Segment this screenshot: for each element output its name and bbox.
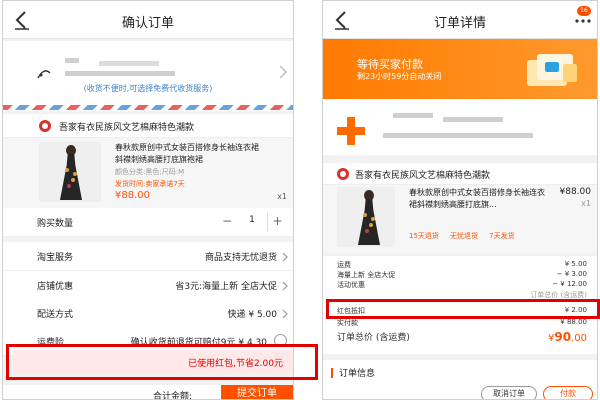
- shop-icon: [337, 168, 349, 180]
- quantity-label: 购买数量: [37, 219, 74, 229]
- status-title: 等待买家付款: [357, 58, 423, 71]
- status-countdown: 剩23小时59分自动关闭: [357, 72, 442, 81]
- product-price: ¥88.00: [559, 187, 592, 197]
- shop-name: 吾家有衣民族风文艺棉麻特色潮款: [355, 171, 491, 181]
- service-value: 商品支持无忧退货: [204, 253, 277, 263]
- chevron-right-icon: [282, 252, 288, 262]
- decrement-button[interactable]: −: [217, 213, 237, 231]
- pay-button[interactable]: 付款: [543, 386, 593, 399]
- dress-shape: [358, 199, 380, 245]
- order-detail-screen: 订单详情 16 等待买家付款 剩23小时59分自动关闭 吾家有衣民族风文艺棉麻特…: [322, 0, 598, 400]
- confirm-order-screen: 确认订单 (收货不便时,可选择免费代收货服务) 吾家有衣民族风文艺棉麻特色潮款 …: [2, 0, 294, 400]
- increment-button[interactable]: +: [267, 213, 287, 231]
- total-label: 合计金额:: [153, 392, 193, 400]
- section-marker: [331, 368, 333, 378]
- screenshot-stage: 确认订单 (收货不便时,可选择免费代收货服务) 吾家有衣民族风文艺棉麻特色潮款 …: [0, 0, 600, 400]
- bottom-bar: 合计金额: 提交订单: [3, 385, 293, 400]
- product-qty: x1: [277, 192, 287, 201]
- dress-shape: [60, 154, 82, 200]
- fee-order-total: 订单总价 (含运费) ¥90.00: [337, 330, 587, 344]
- location-pin-icon: [37, 70, 51, 79]
- embroidery-dots: [363, 213, 367, 217]
- cross-logo-icon: [337, 117, 365, 145]
- shop-name: 吾家有衣民族风文艺棉麻特色潮款: [59, 123, 195, 133]
- chevron-right-icon: [282, 281, 288, 291]
- chevron-right-icon: [279, 65, 287, 79]
- highlight-box-red-packet-deduction: [326, 299, 600, 319]
- cancel-order-button[interactable]: 取消订单: [481, 386, 537, 399]
- redacted-phone: [443, 117, 503, 122]
- notification-badge: 16: [577, 6, 591, 16]
- product-price: ¥88.00: [115, 190, 150, 201]
- submit-order-button[interactable]: 提交订单: [221, 385, 293, 399]
- envelope-border: [3, 105, 293, 110]
- product-title: 春秋款原创中式女装百搭修身长袖连衣裙斜襟刺绣高腰打底旗袍裙: [115, 143, 259, 164]
- product-thumbnail: [337, 187, 395, 247]
- order-info-section[interactable]: 订单信息: [323, 354, 597, 384]
- tag-worry-free: 无忧退货: [450, 232, 479, 240]
- header: 订单详情 16: [323, 1, 597, 39]
- product-item[interactable]: 春秋款原创中式女装百搭修身长袖连衣裙斜襟刺绣高腰打底旗... ¥88.00 x1…: [323, 185, 597, 253]
- address-note: (收货不便时,可选择免费代收货服务): [83, 84, 213, 93]
- address-card[interactable]: [323, 99, 597, 155]
- quantity-row: 购买数量 − 1 +: [3, 208, 293, 237]
- discount-label: 店铺优惠: [37, 282, 74, 292]
- header: 确认订单: [3, 1, 293, 39]
- redacted-name: [393, 113, 433, 118]
- tag-return-15d: 15天退货: [409, 232, 439, 240]
- product-item[interactable]: 春秋款原创中式女装百搭修身长袖连衣裙斜襟刺绣高腰打底旗袍裙 颜色分类:黑色;尺码…: [3, 138, 293, 208]
- product-spec: 颜色分类:黑色;尺码:M: [115, 168, 185, 176]
- redacted-name: [65, 58, 79, 63]
- fee-activity-discount: 活动优惠 − ¥ 12.00: [337, 280, 587, 289]
- quantity-value[interactable]: 1: [237, 215, 267, 225]
- fee-paid: 实付款 ¥ 88.00: [337, 318, 587, 327]
- service-tags: 15天退货 无忧退货 7天发货: [409, 223, 521, 242]
- shop-icon: [39, 120, 51, 132]
- delivery-row[interactable]: 配送方式 快递 ¥ 5.00: [3, 299, 293, 328]
- address-card[interactable]: (收货不便时,可选择免费代收货服务): [3, 41, 293, 111]
- ship-note: 发货时间:卖家承诺7天: [115, 180, 185, 188]
- status-banner: 等待买家付款 剩23小时59分自动关闭: [323, 39, 597, 99]
- redacted-address: [65, 71, 175, 76]
- discount-value: 省3元:海量上新 全店大促: [175, 282, 277, 292]
- quantity-stepper[interactable]: − 1 +: [217, 213, 287, 231]
- shop-discount-row[interactable]: 店铺优惠 省3元:海量上新 全店大促: [3, 271, 293, 300]
- product-qty: x1: [581, 199, 591, 208]
- highlight-box-red-packet: [6, 344, 318, 380]
- delivery-value: 快递 ¥ 5.00: [227, 310, 278, 320]
- fee-promo-sale: 海量上新 全店大促 − ¥ 3.00: [337, 270, 587, 279]
- redacted-phone: [99, 61, 159, 66]
- shop-row[interactable]: 吾家有衣民族风文艺棉麻特色潮款: [323, 163, 597, 185]
- shop-row[interactable]: 吾家有衣民族风文艺棉麻特色潮款: [3, 114, 293, 138]
- order-info-title: 订单信息: [339, 369, 376, 379]
- service-label: 淘宝服务: [37, 253, 74, 263]
- taobao-service-row[interactable]: 淘宝服务 商品支持无忧退货: [3, 242, 293, 271]
- fee-shipping: 运费 ¥ 5.00: [337, 260, 587, 269]
- embroidery-dots: [65, 168, 69, 172]
- page-title: 确认订单: [121, 16, 174, 31]
- tag-ship-7d: 7天发货: [489, 232, 515, 240]
- bottom-bar: 取消订单 付款: [323, 384, 597, 399]
- product-title: 春秋款原创中式女装百搭修身长袖连衣裙斜襟刺绣高腰打底旗...: [409, 188, 545, 209]
- chevron-right-icon: [282, 309, 288, 319]
- wallet-icon: [527, 54, 577, 86]
- redacted-address: [383, 133, 533, 138]
- product-thumbnail: [39, 142, 101, 202]
- delivery-label: 配送方式: [37, 310, 74, 320]
- more-icon[interactable]: [575, 19, 591, 23]
- page-title: 订单详情: [433, 16, 486, 31]
